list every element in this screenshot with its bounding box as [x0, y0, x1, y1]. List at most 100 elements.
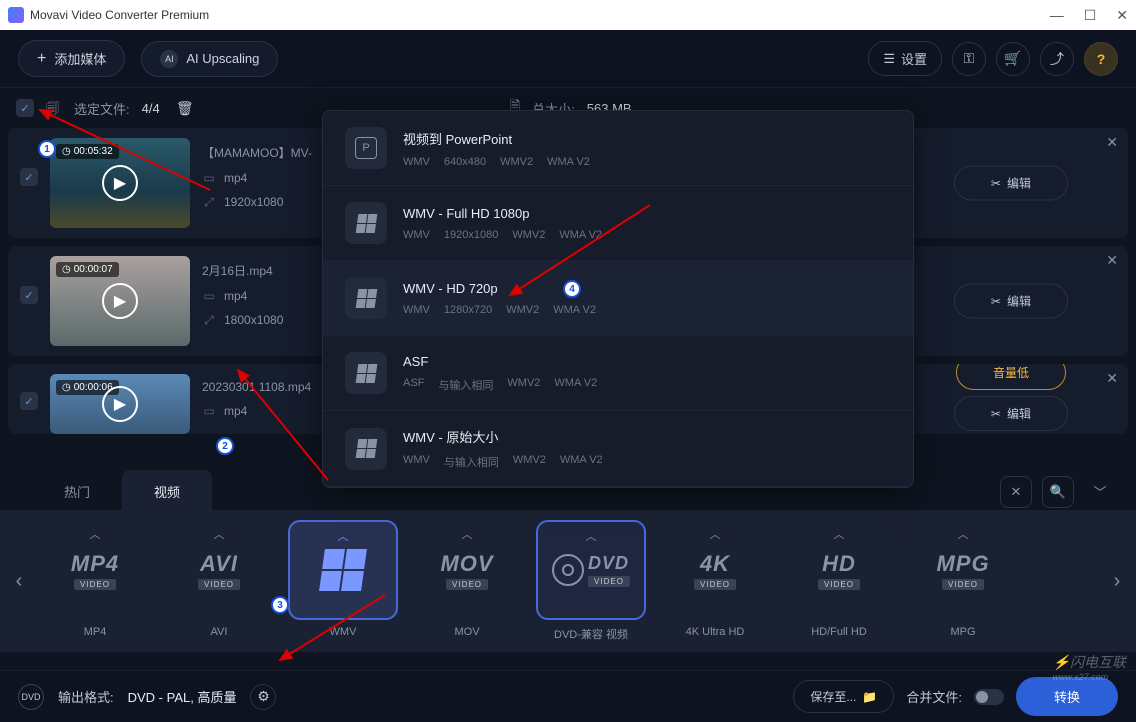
windows-icon: [355, 364, 377, 383]
edit-button[interactable]: ✂编辑: [954, 166, 1068, 201]
format-tile[interactable]: ︿DVDVIDEO: [536, 520, 646, 620]
format-item: ︿DVDVIDEO DVD-兼容 视频: [536, 520, 646, 642]
file-checkbox[interactable]: ✓: [20, 286, 38, 304]
clear-search-button[interactable]: ✕: [1000, 476, 1032, 508]
format-tile[interactable]: ︿MP4VIDEO: [40, 520, 150, 620]
close-button[interactable]: ✕: [1116, 7, 1128, 24]
volume-warning-button[interactable]: 音量低: [956, 364, 1066, 390]
format-tile[interactable]: ︿MOVVIDEO: [412, 520, 522, 620]
duration-badge: ◷00:00:07: [56, 262, 119, 277]
merge-label: 合并文件:: [906, 687, 962, 706]
chevron-up-icon: ︿: [710, 526, 721, 542]
chevron-up-icon: ︿: [958, 526, 969, 542]
minimize-button[interactable]: —: [1050, 7, 1064, 24]
file-checkbox[interactable]: ✓: [20, 168, 38, 186]
help-button[interactable]: ?: [1084, 42, 1118, 76]
format-tile[interactable]: ︿ MPG VIDEO: [908, 520, 1018, 620]
format-tile[interactable]: ︿: [288, 520, 398, 620]
remove-file-button[interactable]: ✕: [1106, 252, 1118, 269]
preset-specs: WMV1920x1080WMV2WMA V2: [403, 229, 602, 241]
plus-icon: +: [37, 50, 46, 68]
remove-file-button[interactable]: ✕: [1106, 370, 1118, 387]
format-item: ︿AVIVIDEOAVI: [164, 520, 274, 642]
format-caption: HD/Full HD: [811, 626, 867, 638]
format-item: ︿MOVVIDEOMOV: [412, 520, 522, 642]
preset-row[interactable]: ASF ASF与输入相同WMV2WMA V2: [323, 336, 913, 411]
preset-row[interactable]: WMV - 原始大小 WMV与输入相同WMV2WMA V2: [323, 411, 913, 487]
format-preset-dropdown: P 视频到 PowerPoint WMV640x480WMV2WMA V2 WM…: [322, 110, 914, 488]
format-item: ︿HDVIDEO HD/Full HD: [784, 520, 894, 642]
windows-icon: [319, 549, 367, 591]
format-caption: WMV: [330, 626, 357, 638]
play-icon: ▶: [102, 386, 138, 422]
format-icon: ▭: [202, 171, 216, 185]
file-format: mp4: [224, 289, 247, 303]
format-icon: ▭: [202, 404, 216, 418]
preset-title: 视频到 PowerPoint: [403, 129, 590, 148]
format-code: MPG: [936, 551, 989, 577]
play-icon: ▶: [102, 165, 138, 201]
footer-bar: DVD 输出格式: DVD - PAL, 高质量 ⚙ 保存至...📁 合并文件:…: [0, 670, 1136, 722]
cart-button[interactable]: 🛒: [996, 42, 1030, 76]
output-settings-button[interactable]: ⚙: [250, 684, 276, 710]
format-sub: VIDEO: [942, 579, 984, 590]
window-title: Movavi Video Converter Premium: [30, 8, 209, 22]
chevron-up-icon: ︿: [586, 528, 597, 544]
watermark: ⚡闪电互联 www.x27.com: [1053, 652, 1126, 682]
format-tile[interactable]: ︿HDVIDEO: [784, 520, 894, 620]
format-caption: DVD-兼容 视频: [554, 626, 628, 642]
chevron-up-icon: ︿: [834, 526, 845, 542]
preset-row[interactable]: WMV - HD 720p WMV1280x720WMV2WMA V2: [323, 261, 913, 336]
preset-row[interactable]: P 视频到 PowerPoint WMV640x480WMV2WMA V2: [323, 111, 913, 186]
chevron-up-icon: ︿: [462, 526, 473, 542]
add-media-label: 添加媒体: [54, 49, 106, 68]
dvd-icon: [552, 554, 584, 586]
annotation-badge-2: 2: [216, 437, 234, 455]
add-media-button[interactable]: + 添加媒体: [18, 40, 125, 77]
play-icon: ▶: [102, 283, 138, 319]
preset-row[interactable]: WMV - Full HD 1080p WMV1920x1080WMV2WMA …: [323, 186, 913, 261]
file-thumbnail[interactable]: ◷00:00:07 ▶: [50, 256, 190, 346]
format-code: MP4: [71, 551, 119, 577]
settings-label: 设置: [901, 49, 927, 68]
format-tile[interactable]: ︿AVIVIDEO: [164, 520, 274, 620]
settings-button[interactable]: ☰ 设置: [868, 41, 942, 76]
save-to-button[interactable]: 保存至...📁: [793, 680, 894, 713]
select-all-checkbox[interactable]: ✓: [16, 99, 34, 117]
tab-hot[interactable]: 热门: [32, 470, 122, 513]
format-sub: VIDEO: [198, 579, 240, 590]
search-button[interactable]: ⚿: [952, 42, 986, 76]
file-thumbnail[interactable]: ◷00:00:06 ▶: [50, 374, 190, 434]
search-presets-button[interactable]: 🔍: [1042, 476, 1074, 508]
format-tile[interactable]: ︿4KVIDEO: [660, 520, 770, 620]
edit-button[interactable]: ✂编辑: [954, 284, 1068, 319]
duration-badge: ◷00:05:32: [56, 144, 119, 159]
file-thumbnail[interactable]: ◷00:05:32 ▶: [50, 138, 190, 228]
chevron-up-icon: ︿: [90, 526, 101, 542]
carousel-prev-button[interactable]: ‹: [8, 531, 30, 631]
format-sub: VIDEO: [694, 579, 736, 590]
carousel-next-button[interactable]: ›: [1106, 531, 1128, 631]
convert-button[interactable]: 转换: [1016, 677, 1118, 716]
format-caption: MPG: [950, 626, 975, 638]
format-carousel: ‹ ︿MP4VIDEOMP4︿AVIVIDEOAVI︿WMV︿MOVVIDEOM…: [0, 510, 1136, 652]
format-code: AVI: [200, 551, 238, 577]
file-format: mp4: [224, 171, 247, 185]
file-checkbox[interactable]: ✓: [20, 392, 38, 410]
scissors-icon: ✂: [991, 294, 1001, 308]
remove-file-button[interactable]: ✕: [1106, 134, 1118, 151]
edit-button[interactable]: ✂编辑: [954, 396, 1068, 431]
tab-video[interactable]: 视频: [122, 470, 212, 513]
file-format: mp4: [224, 404, 247, 418]
preset-title: WMV - Full HD 1080p: [403, 206, 602, 221]
preset-specs: WMV1280x720WMV2WMA V2: [403, 304, 596, 316]
file-name: 【MAMAMOO】MV-: [202, 144, 332, 161]
maximize-button[interactable]: ☐: [1084, 7, 1097, 24]
collapse-panel-button[interactable]: ﹀: [1084, 476, 1116, 508]
share-button[interactable]: ⤴: [1040, 42, 1074, 76]
delete-button[interactable]: 🗑: [172, 95, 198, 121]
format-caption: 4K Ultra HD: [686, 626, 745, 638]
ai-upscaling-button[interactable]: AI AI Upscaling: [141, 41, 278, 77]
merge-toggle[interactable]: [974, 689, 1004, 705]
windows-icon: [355, 289, 377, 308]
